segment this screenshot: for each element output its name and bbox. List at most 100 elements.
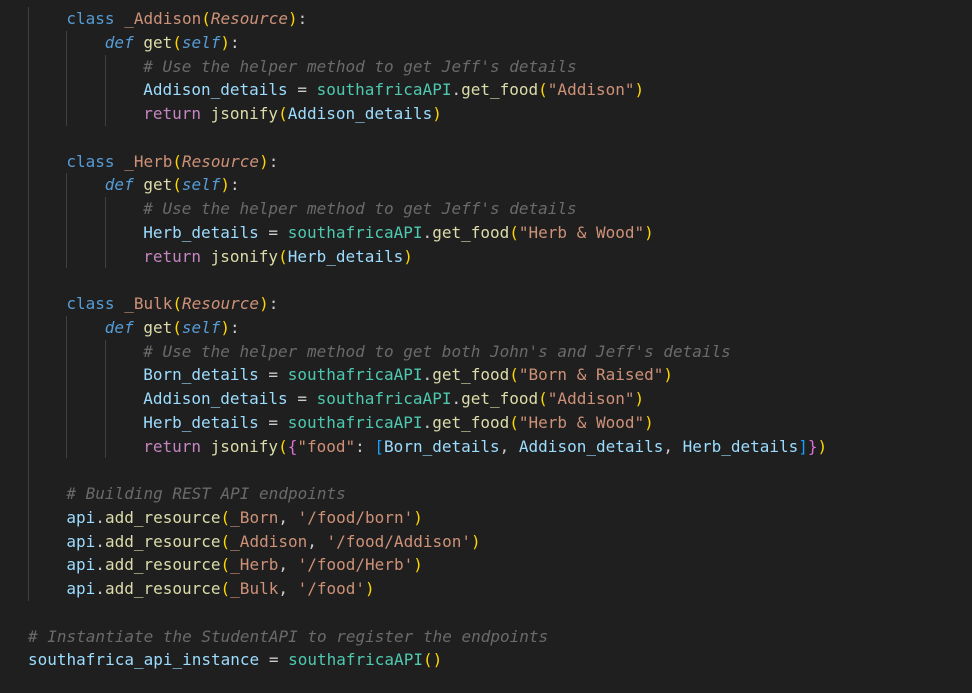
code-token: # Instantiate the StudentAPI to register… bbox=[28, 626, 549, 646]
code-token: "Addison" bbox=[547, 80, 635, 100]
code-token: get bbox=[143, 317, 173, 337]
code-token: ( bbox=[220, 531, 231, 551]
code-token: . bbox=[95, 507, 105, 527]
code-token: : bbox=[355, 436, 375, 456]
code-token: Resource bbox=[210, 9, 288, 28]
code-token: _Addison bbox=[124, 9, 202, 28]
code-token: southafricaAPI bbox=[316, 389, 452, 408]
code-token: , bbox=[663, 436, 683, 456]
code-token: ) bbox=[413, 555, 423, 575]
code-token: = bbox=[287, 389, 317, 408]
code-token: get bbox=[143, 175, 173, 195]
code-token: , bbox=[499, 436, 519, 456]
code-token: ) bbox=[403, 246, 413, 266]
code-token: jsonify bbox=[210, 246, 279, 266]
code-token: ) bbox=[365, 579, 375, 598]
code-token: southafricaAPI bbox=[287, 365, 423, 385]
code-token: , bbox=[278, 555, 298, 575]
code-token: Addison_details bbox=[287, 104, 433, 123]
code-token: = bbox=[258, 222, 288, 242]
code-token: self bbox=[181, 175, 221, 195]
code-token: ( bbox=[278, 104, 288, 123]
indent-guide bbox=[104, 339, 106, 459]
code-token: : bbox=[297, 9, 308, 28]
code-token: "Herb & Wood" bbox=[518, 412, 645, 432]
code-token: "Herb & Wood" bbox=[518, 222, 645, 242]
comment-line: # Use the helper method to get Jeff's de… bbox=[143, 55, 576, 79]
code-token: Herb_details bbox=[287, 246, 404, 266]
code-token: ) bbox=[817, 436, 828, 456]
code-token: ( bbox=[422, 650, 433, 670]
code-token: , bbox=[278, 579, 298, 598]
code-token: add_resource bbox=[104, 555, 221, 575]
code-token: southafricaAPI bbox=[287, 222, 423, 242]
code-editor[interactable]: class _Addison(Resource): def get(self): #… bbox=[0, 0, 972, 693]
code-token: southafricaAPI bbox=[316, 80, 452, 100]
code-line: Addison_details = southafricaAPI.get_foo… bbox=[143, 78, 644, 102]
code-line: return jsonify(Addison_details) bbox=[143, 102, 442, 126]
code-token: = bbox=[258, 412, 288, 432]
code-token: api bbox=[66, 507, 96, 527]
code-line: def get(self): bbox=[105, 31, 240, 55]
code-token: : bbox=[268, 294, 279, 313]
code-token: ( bbox=[201, 9, 211, 28]
code-token: class bbox=[66, 294, 125, 313]
code-token: '/food/Addison' bbox=[326, 531, 472, 551]
code-token: _Addison bbox=[230, 531, 308, 551]
code-token: get_food bbox=[432, 365, 510, 385]
code-token: ( bbox=[538, 80, 548, 100]
code-token: return bbox=[143, 436, 211, 456]
code-token: Born_details bbox=[143, 365, 259, 385]
code-token: ) bbox=[413, 507, 423, 527]
code-token: ) bbox=[259, 294, 269, 313]
indent-guide bbox=[66, 30, 68, 126]
code-token: '/food' bbox=[297, 579, 366, 598]
code-token: ) bbox=[432, 104, 442, 123]
code-token: return bbox=[143, 246, 211, 266]
code-token: southafricaAPI bbox=[287, 412, 423, 432]
code-token: jsonify bbox=[210, 436, 279, 456]
code-token: Addison_details bbox=[518, 436, 664, 456]
code-token: ( bbox=[220, 555, 231, 575]
code-token: add_resource bbox=[104, 507, 221, 527]
code-token: : bbox=[230, 317, 240, 337]
code-token: . bbox=[422, 412, 433, 432]
code-token: Herb_details bbox=[143, 222, 259, 242]
code-token: get_food bbox=[432, 222, 510, 242]
code-token: . bbox=[451, 80, 462, 100]
code-token: _Bulk bbox=[124, 294, 173, 313]
indent-guide bbox=[28, 7, 29, 601]
code-token: ( bbox=[509, 412, 519, 432]
code-token: : bbox=[268, 151, 279, 171]
code-token: ) bbox=[634, 389, 645, 408]
code-line: return jsonify({"food": [Born_details, A… bbox=[143, 435, 827, 459]
code-token: = bbox=[259, 650, 289, 670]
code-token: = bbox=[287, 80, 317, 100]
code-token: "Addison" bbox=[547, 389, 635, 408]
indent-guide bbox=[66, 315, 68, 459]
code-token: add_resource bbox=[104, 531, 221, 551]
indent-guide bbox=[104, 197, 106, 269]
code-token: get_food bbox=[461, 80, 539, 100]
code-token: ( bbox=[220, 579, 231, 598]
code-token: southafrica_api_instance bbox=[28, 650, 260, 670]
code-token: ( bbox=[172, 294, 182, 313]
comment-line: # Use the helper method to get both John… bbox=[143, 340, 731, 364]
code-line: def get(self): bbox=[105, 173, 240, 197]
code-token: # Use the helper method to get Jeff's de… bbox=[143, 199, 577, 218]
code-token: def bbox=[104, 32, 144, 52]
code-token: _Bulk bbox=[230, 579, 279, 598]
code-token: ( bbox=[172, 151, 182, 171]
code-token: self bbox=[181, 317, 221, 337]
comment-line: # Use the helper method to get Jeff's de… bbox=[143, 197, 576, 221]
code-token: ( bbox=[278, 436, 288, 456]
code-token: [ bbox=[374, 436, 385, 456]
code-token: # Use the helper method to get Jeff's de… bbox=[143, 56, 577, 76]
code-token: _Herb bbox=[124, 151, 173, 171]
code-token: { bbox=[287, 436, 298, 456]
code-token: _Herb bbox=[230, 555, 279, 575]
code-token: ) bbox=[220, 175, 231, 195]
code-token: ( bbox=[172, 32, 182, 52]
code-token: . bbox=[422, 222, 433, 242]
code-token: get_food bbox=[461, 389, 539, 408]
